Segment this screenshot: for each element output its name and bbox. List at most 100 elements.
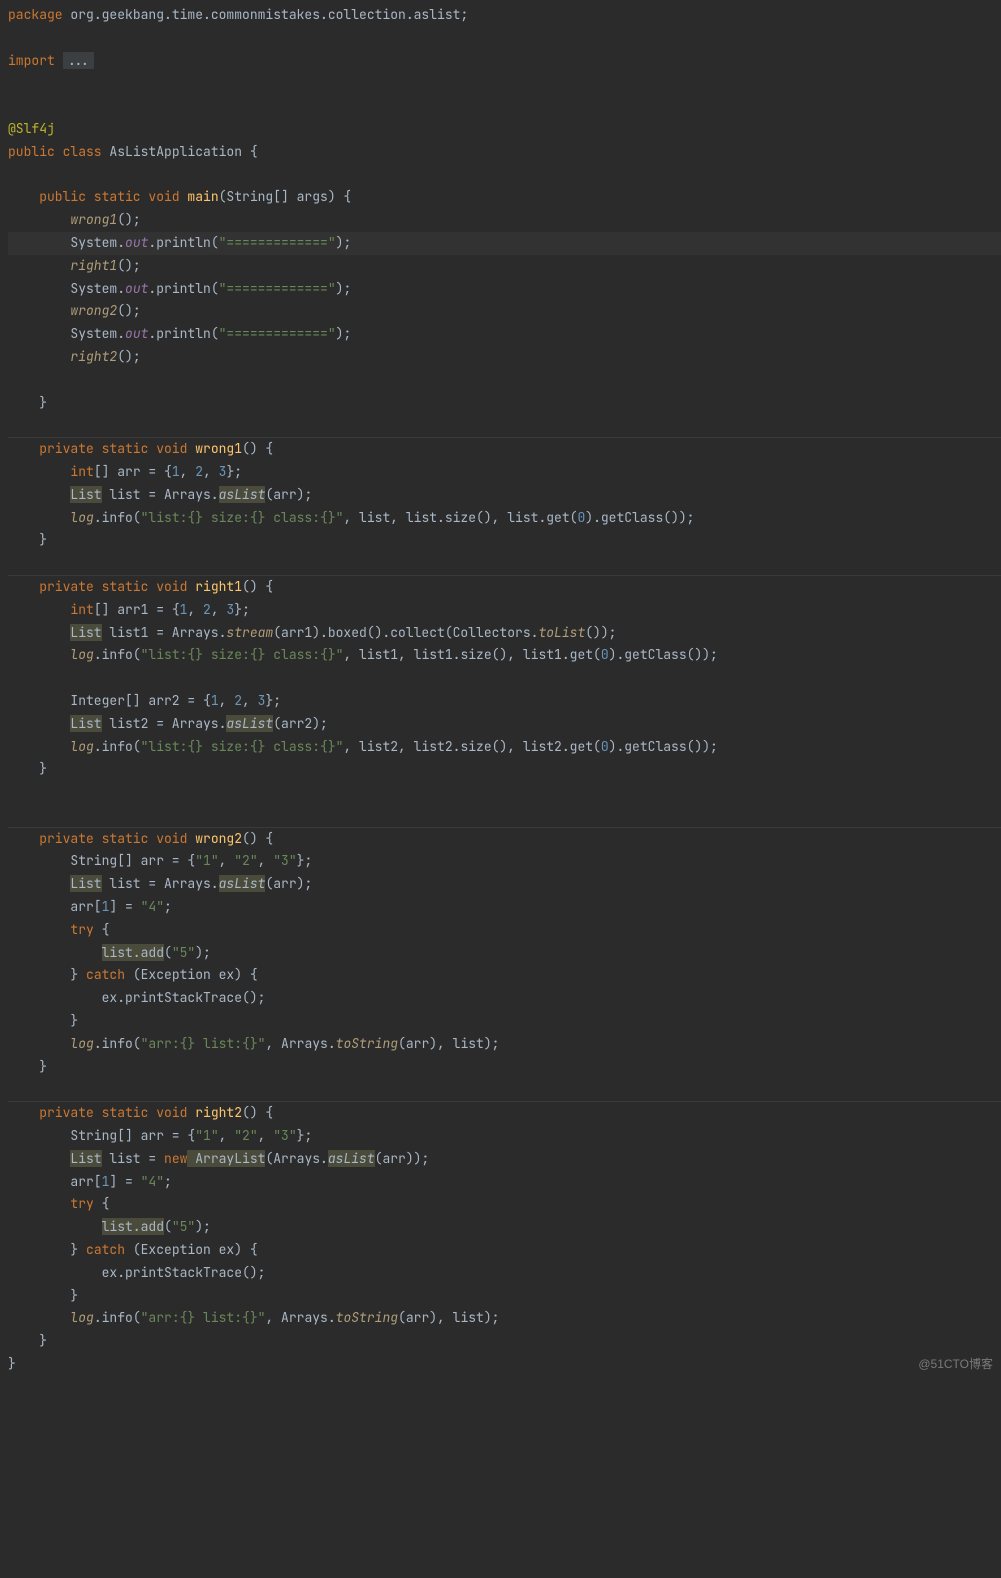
code-line[interactable]: list.add("5"); bbox=[8, 1216, 1001, 1239]
field-log: log bbox=[70, 646, 93, 663]
code-line[interactable]: } bbox=[8, 392, 1001, 415]
call-right1: right1 bbox=[70, 257, 117, 274]
method-mods: private static void bbox=[39, 830, 187, 847]
code-line[interactable]: try { bbox=[8, 1193, 1001, 1216]
keyword-int: int bbox=[70, 463, 93, 480]
code-line[interactable]: List list = Arrays.asList(arr); bbox=[8, 484, 1001, 507]
code-line[interactable]: private static void right1() { bbox=[8, 576, 1001, 599]
code-line[interactable]: wrong1(); bbox=[8, 209, 1001, 232]
type-list: List bbox=[70, 486, 101, 503]
keyword-import: import bbox=[8, 52, 55, 69]
code-line[interactable]: } bbox=[8, 1330, 1001, 1353]
call-stream: stream bbox=[226, 624, 273, 641]
code-line[interactable]: package org.geekbang.time.commonmistakes… bbox=[8, 4, 1001, 27]
code-line[interactable]: System.out.println("============="); bbox=[8, 323, 1001, 346]
string-literal: "list:{} size:{} class:{}" bbox=[141, 738, 344, 755]
code-line[interactable] bbox=[8, 667, 1001, 690]
code-line[interactable] bbox=[8, 72, 1001, 95]
string-literal: "arr:{} list:{}" bbox=[141, 1309, 266, 1326]
code-line[interactable]: String[] arr = {"1", "2", "3"}; bbox=[8, 850, 1001, 873]
code-line[interactable]: log.info("arr:{} list:{}", Arrays.toStri… bbox=[8, 1033, 1001, 1056]
call-aslist: asList bbox=[226, 715, 273, 732]
method-name-wrong1: wrong1 bbox=[195, 440, 242, 457]
method-name-right1: right1 bbox=[195, 578, 242, 595]
field-out: out bbox=[125, 234, 148, 251]
import-fold[interactable]: ... bbox=[63, 52, 94, 69]
code-line[interactable]: wrong2(); bbox=[8, 300, 1001, 323]
method-mods: public static void bbox=[39, 188, 179, 205]
call-right2: right2 bbox=[70, 348, 117, 365]
code-line[interactable]: List list2 = Arrays.asList(arr2); bbox=[8, 713, 1001, 736]
code-line[interactable]: arr[1] = "4"; bbox=[8, 1171, 1001, 1194]
call-wrong2: wrong2 bbox=[70, 302, 117, 319]
method-name-right2: right2 bbox=[195, 1104, 242, 1121]
method-name-wrong2: wrong2 bbox=[195, 830, 242, 847]
call-list-add: list.add bbox=[102, 944, 164, 961]
code-line[interactable]: String[] arr = {"1", "2", "3"}; bbox=[8, 1125, 1001, 1148]
code-line[interactable]: private static void wrong1() { bbox=[8, 438, 1001, 461]
code-line[interactable]: } bbox=[8, 758, 1001, 781]
string-literal: "list:{} size:{} class:{}" bbox=[141, 646, 344, 663]
code-line[interactable]: public static void main(String[] args) { bbox=[8, 186, 1001, 209]
call-aslist: asList bbox=[219, 486, 266, 503]
code-line[interactable] bbox=[8, 369, 1001, 392]
code-line[interactable]: ex.printStackTrace(); bbox=[8, 987, 1001, 1010]
code-line[interactable]: } bbox=[8, 1285, 1001, 1308]
class-name: AsListApplication bbox=[109, 143, 242, 160]
code-line[interactable]: } bbox=[8, 529, 1001, 552]
code-line[interactable]: private static void wrong2() { bbox=[8, 828, 1001, 851]
code-line[interactable]: List list = new ArrayList(Arrays.asList(… bbox=[8, 1148, 1001, 1171]
code-line[interactable]: list.add("5"); bbox=[8, 942, 1001, 965]
code-line[interactable]: List list1 = Arrays.stream(arr1).boxed()… bbox=[8, 622, 1001, 645]
code-line[interactable]: } bbox=[8, 1056, 1001, 1079]
code-line[interactable]: private static void right2() { bbox=[8, 1102, 1001, 1125]
method-mods: private static void bbox=[39, 440, 187, 457]
call-tostring: toString bbox=[336, 1035, 398, 1052]
code-line[interactable] bbox=[8, 552, 1001, 575]
type-arraylist: ArrayList bbox=[187, 1150, 265, 1167]
code-line[interactable]: right1(); bbox=[8, 255, 1001, 278]
type-list: List bbox=[70, 1150, 101, 1167]
code-line[interactable]: System.out.println("============="); bbox=[8, 278, 1001, 301]
code-line[interactable] bbox=[8, 27, 1001, 50]
code-line[interactable]: int[] arr1 = {1, 2, 3}; bbox=[8, 599, 1001, 622]
code-line[interactable]: import ... bbox=[8, 50, 1001, 73]
method-mods: private static void bbox=[39, 1104, 187, 1121]
code-line[interactable]: int[] arr = {1, 2, 3}; bbox=[8, 461, 1001, 484]
code-line[interactable]: ex.printStackTrace(); bbox=[8, 1262, 1001, 1285]
code-line[interactable]: log.info("arr:{} list:{}", Arrays.toStri… bbox=[8, 1307, 1001, 1330]
code-line[interactable]: public class AsListApplication { bbox=[8, 141, 1001, 164]
field-out: out bbox=[125, 325, 148, 342]
code-line[interactable]: Integer[] arr2 = {1, 2, 3}; bbox=[8, 690, 1001, 713]
keyword-catch: catch bbox=[86, 1241, 125, 1258]
code-line[interactable]: } catch (Exception ex) { bbox=[8, 964, 1001, 987]
code-line[interactable]: log.info("list:{} size:{} class:{}", lis… bbox=[8, 644, 1001, 667]
call-list-add: list.add bbox=[102, 1218, 164, 1235]
code-line-current[interactable]: System.out.println("============="); bbox=[8, 232, 1001, 255]
keyword-try: try bbox=[70, 921, 93, 938]
code-line[interactable]: try { bbox=[8, 919, 1001, 942]
code-line[interactable] bbox=[8, 95, 1001, 118]
keyword-package: package bbox=[8, 6, 63, 23]
code-line[interactable]: right2(); bbox=[8, 346, 1001, 369]
code-line[interactable]: arr[1] = "4"; bbox=[8, 896, 1001, 919]
code-editor[interactable]: package org.geekbang.time.commonmistakes… bbox=[0, 0, 1001, 1380]
type-list: List bbox=[70, 715, 101, 732]
call-tostring: toString bbox=[336, 1309, 398, 1326]
code-line[interactable]: } catch (Exception ex) { bbox=[8, 1239, 1001, 1262]
field-out: out bbox=[125, 280, 148, 297]
code-line[interactable]: } bbox=[8, 1010, 1001, 1033]
code-line[interactable]: log.info("list:{} size:{} class:{}", lis… bbox=[8, 507, 1001, 530]
code-line[interactable]: } bbox=[8, 1353, 1001, 1376]
brace: { bbox=[242, 143, 258, 160]
type-list: List bbox=[70, 875, 101, 892]
code-line[interactable]: @Slf4j bbox=[8, 118, 1001, 141]
code-line[interactable]: log.info("list:{} size:{} class:{}", lis… bbox=[8, 736, 1001, 759]
code-line[interactable] bbox=[8, 164, 1001, 187]
code-line[interactable] bbox=[8, 414, 1001, 437]
code-line[interactable] bbox=[8, 804, 1001, 827]
code-line[interactable]: List list = Arrays.asList(arr); bbox=[8, 873, 1001, 896]
code-line[interactable] bbox=[8, 1078, 1001, 1101]
type-list: List bbox=[70, 624, 101, 641]
code-line[interactable] bbox=[8, 781, 1001, 804]
